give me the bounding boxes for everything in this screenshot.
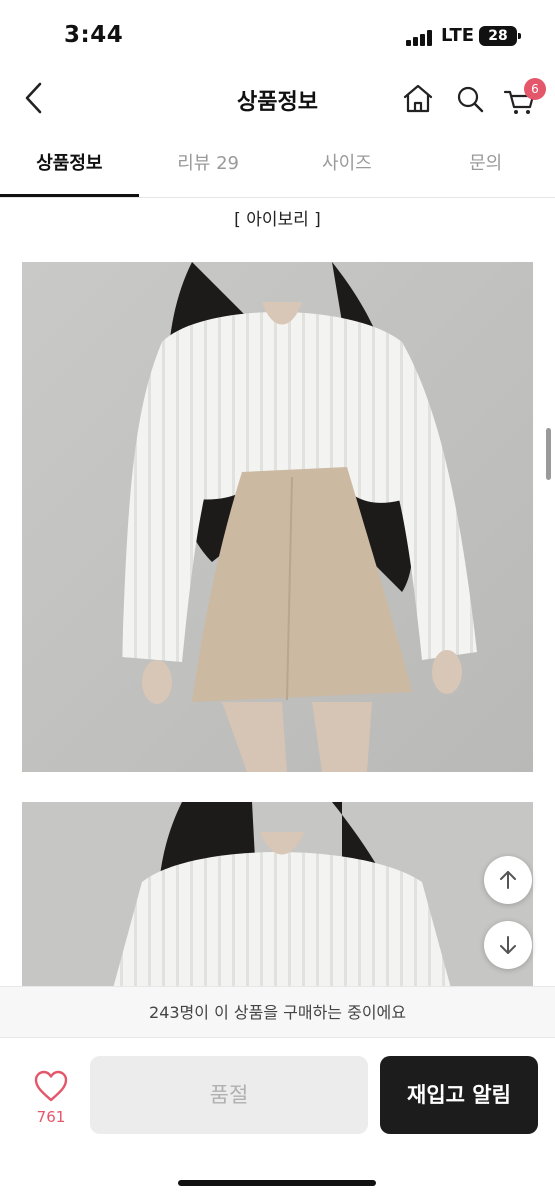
search-icon <box>457 86 484 113</box>
cart-button[interactable]: 6 <box>502 78 546 118</box>
color-label: [ 아이보리 ] <box>234 210 321 230</box>
bottom-action-bar: 761 품절 재입고 알림 <box>0 1038 555 1200</box>
tab-product-info[interactable]: 상품정보 <box>0 136 139 197</box>
status-bar: 3:44 LTE 28 <box>0 0 555 62</box>
heart-icon <box>34 1070 68 1102</box>
search-button[interactable] <box>452 78 488 118</box>
scroll-down-button[interactable] <box>484 921 532 969</box>
battery-icon: 28 <box>479 26 521 46</box>
header: 상품정보 6 <box>0 62 555 136</box>
product-photo <box>22 262 533 772</box>
network-label: LTE <box>441 25 475 46</box>
home-button[interactable] <box>400 78 436 118</box>
home-icon <box>403 84 433 113</box>
home-indicator[interactable] <box>178 1180 376 1186</box>
status-time: 3:44 <box>64 22 124 48</box>
back-button[interactable] <box>14 76 54 120</box>
like-button[interactable]: 761 <box>22 1066 80 1136</box>
tab-reviews[interactable]: 리뷰 29 <box>139 136 278 197</box>
tab-inquiry[interactable]: 문의 <box>416 136 555 197</box>
restock-alert-button[interactable]: 재입고 알림 <box>380 1056 538 1134</box>
scrollbar[interactable] <box>546 428 551 480</box>
tab-bar: 상품정보 리뷰 29 사이즈 문의 <box>0 136 555 198</box>
soldout-button: 품절 <box>90 1056 368 1134</box>
cart-count-badge: 6 <box>524 78 546 100</box>
purchase-notice: 243명이 이 상품을 구매하는 중이에요 <box>0 986 555 1038</box>
like-count: 761 <box>36 1108 66 1126</box>
tab-size[interactable]: 사이즈 <box>278 136 417 197</box>
arrow-up-icon <box>500 871 516 889</box>
scroll-up-button[interactable] <box>484 856 532 904</box>
product-photo <box>22 802 533 992</box>
signal-icon <box>406 30 434 46</box>
battery-level: 28 <box>488 28 508 44</box>
arrow-down-icon <box>500 936 516 954</box>
chevron-left-icon <box>25 82 42 114</box>
